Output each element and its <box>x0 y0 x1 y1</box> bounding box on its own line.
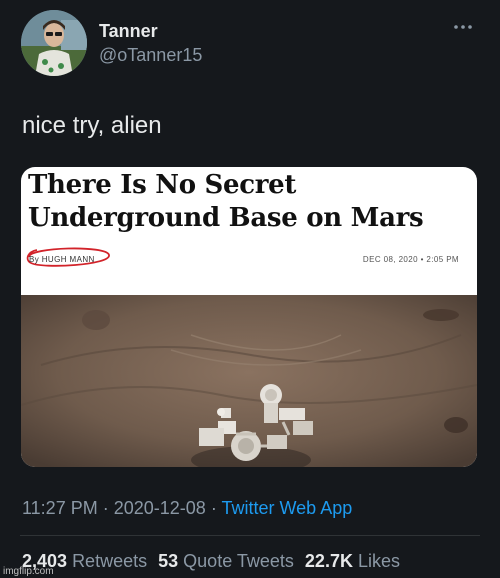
likes-count: 22.7K <box>304 551 353 571</box>
mars-aerial-photo <box>21 295 477 467</box>
quote-tweets-label: Quote Tweets <box>183 551 294 571</box>
avatar[interactable] <box>21 10 87 76</box>
likes-stat[interactable]: 22.7K Likes <box>305 551 400 571</box>
tweet-meta: 11:27 PM · 2020-12-08 · Twitter Web App <box>22 498 352 519</box>
quote-tweets-count: 53 <box>158 551 179 571</box>
tweet-text: nice try, alien <box>22 112 162 139</box>
headline-line-2: Underground Base on Mars <box>28 203 424 233</box>
divider <box>20 535 480 536</box>
article-dateline: DEC 08, 2020 • 2:05 PM <box>362 255 459 264</box>
headline-line-1: There Is No Secret <box>28 170 297 200</box>
retweets-label: Retweets <box>72 551 148 571</box>
imgflip-watermark: imgflip.com <box>3 566 54 577</box>
article-byline: By HUGH MANN <box>29 255 95 264</box>
tweet-source[interactable]: Twitter Web App <box>222 498 353 518</box>
article-image[interactable]: There Is No Secret Underground Base on M… <box>21 167 477 467</box>
meta-separator: · <box>102 498 114 518</box>
quote-tweets-stat[interactable]: 53 Quote Tweets <box>158 551 294 571</box>
tweet-time[interactable]: 11:27 PM <box>22 498 98 518</box>
avatar-photo <box>21 10 87 76</box>
article-headline: There Is No Secret Underground Base on M… <box>28 169 468 235</box>
tweet-stats: 2,403 Retweets 53 Quote Tweets 22.7K Lik… <box>22 551 406 572</box>
more-horizontal-icon[interactable] <box>452 19 474 35</box>
meta-separator: · <box>210 498 222 518</box>
tweet-date[interactable]: 2020-12-08 <box>114 498 206 518</box>
likes-label: Likes <box>357 551 401 571</box>
display-name[interactable]: Tanner <box>99 21 158 42</box>
user-handle[interactable]: @oTanner15 <box>99 45 202 66</box>
